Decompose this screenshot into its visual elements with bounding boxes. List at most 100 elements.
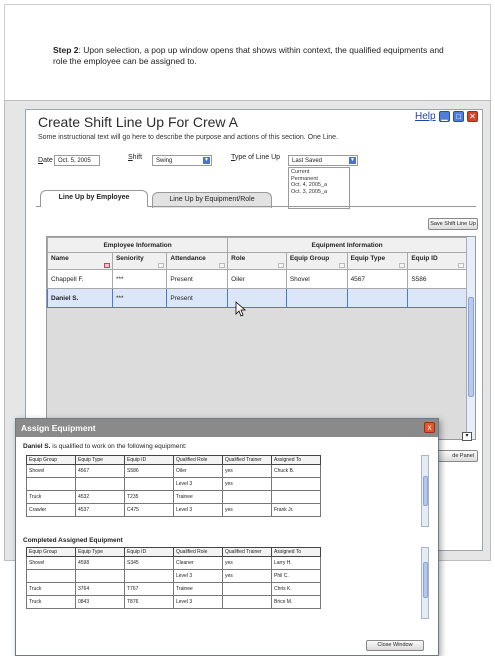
scrollbar-thumb[interactable] — [423, 562, 428, 598]
sort-icon[interactable] — [103, 263, 110, 268]
close-icon[interactable]: ✕ — [467, 111, 478, 122]
cell-name: Daniel S. — [47, 288, 113, 308]
column-header-equip-type[interactable]: Equip Type — [346, 252, 409, 270]
cell: Truck — [26, 490, 76, 504]
sort-icon[interactable] — [399, 263, 406, 268]
column-header: Qualified Trainer — [222, 455, 272, 465]
help-link[interactable]: Help — [415, 111, 436, 122]
cell-seniority: *** — [111, 269, 168, 289]
option-oct-3[interactable]: Oct. 3, 2005_a — [291, 189, 347, 196]
assign-equipment-dialog: Assign Equipment x Daniel S. is qualifie… — [15, 418, 439, 656]
maximize-icon[interactable]: □ — [453, 111, 464, 122]
sort-icon[interactable] — [158, 263, 165, 268]
type-of-lineup-label: Type of Line Up — [231, 154, 281, 161]
cell-equip-id: S586 — [407, 269, 467, 289]
panel-button[interactable]: de Panel — [436, 450, 478, 462]
type-of-lineup-options[interactable]: Current Permanent Oct. 4, 2005_a Oct. 3,… — [288, 167, 350, 209]
completed-table-scrollbar[interactable] — [421, 547, 429, 619]
shift-select[interactable]: Swing ▼ — [152, 155, 212, 166]
type-of-lineup-select[interactable]: Last Saved ▼ — [288, 155, 358, 166]
column-header-role[interactable]: Role — [227, 252, 287, 270]
column-header-equip-id[interactable]: Equip ID — [407, 252, 467, 270]
cell: 4532 — [75, 490, 125, 504]
cell: Level 3 — [173, 477, 223, 491]
cell: Brice M. — [271, 595, 321, 609]
qualified-equipment-table: Equip Group Equip Type Equip ID Qualifie… — [26, 455, 321, 517]
qualified-table-scrollbar[interactable] — [421, 455, 429, 527]
column-header-name[interactable]: Name — [47, 252, 113, 270]
shift-label: Shift — [128, 154, 143, 161]
dialog-title: Assign Equipment — [16, 419, 438, 437]
tab-line-up-by-employee[interactable]: Line Up by Employee — [40, 190, 148, 207]
cell — [271, 490, 321, 504]
cell: 4567 — [75, 464, 125, 478]
cell — [75, 569, 125, 583]
date-field[interactable]: Oct. 5, 2005 — [54, 155, 100, 166]
cell: Crawler — [26, 503, 76, 517]
cell: 4598 — [75, 556, 125, 570]
cell-name: Chappell F. — [47, 269, 113, 289]
mouse-cursor-icon — [235, 301, 247, 317]
cell — [26, 477, 76, 491]
scrollbar-thumb[interactable] — [423, 476, 428, 506]
column-header: Assigned To — [271, 547, 321, 557]
cell-equip-group — [285, 288, 348, 308]
cell-equip-id — [407, 288, 467, 308]
close-icon[interactable]: x — [424, 422, 435, 433]
sort-icon[interactable] — [219, 263, 226, 268]
cell — [222, 595, 272, 609]
save-shift-line-up-button[interactable]: Save Shift Line Up — [428, 218, 478, 230]
table-row[interactable]: Shovel 4598 S345 Cleaner yes Larry H. — [26, 556, 321, 570]
sort-icon[interactable] — [458, 263, 464, 268]
column-header-equip-group[interactable]: Equip Group — [285, 252, 348, 270]
instructions-text: Some instructional text will go here to … — [38, 134, 339, 141]
cell-role: Oiler — [227, 269, 287, 289]
grid-scrollbar-thumb[interactable] — [468, 297, 474, 397]
dialog-subtitle: Daniel S. is qualified to work on the fo… — [23, 443, 187, 450]
table-row[interactable]: Level 3 yes Phil C. — [26, 569, 321, 583]
step-caption: Step 2: Upon selection, a pop up window … — [53, 45, 453, 67]
scroll-down-icon[interactable]: ▾ — [462, 432, 472, 441]
minimize-icon[interactable]: ▁ — [439, 111, 450, 122]
cell-attendance: Present — [166, 288, 229, 308]
cell — [222, 490, 272, 504]
cell: yes — [222, 477, 272, 491]
table-row[interactable]: Truck 4532 T235 Trainee — [26, 490, 321, 504]
cell: Frank Jr. — [271, 503, 321, 517]
column-header-attendance[interactable]: Attendance — [166, 252, 229, 270]
table-row[interactable]: Level 3 yes — [26, 477, 321, 491]
cell: yes — [222, 569, 272, 583]
cell: yes — [222, 503, 272, 517]
table-row[interactable]: Chappell F. *** Present Oiler Shovel 456… — [47, 269, 467, 289]
cell-equip-type — [346, 288, 409, 308]
cell: C475 — [124, 503, 174, 517]
table-row[interactable]: Shovel 4567 S586 Oiler yes Chuck B. — [26, 464, 321, 478]
column-header: Equip Type — [75, 547, 125, 557]
cell: S345 — [124, 556, 174, 570]
cell: 4537 — [75, 503, 125, 517]
cell: Trainee — [173, 582, 223, 596]
cell: Shovel — [26, 464, 76, 478]
cell: Level 3 — [173, 595, 223, 609]
cell: S586 — [124, 464, 174, 478]
close-window-button[interactable]: Close Window — [366, 640, 424, 651]
cell-seniority: *** — [111, 288, 168, 308]
cell — [26, 569, 76, 583]
cell: Truck — [26, 582, 76, 596]
grid-scrollbar[interactable] — [466, 237, 475, 439]
sort-icon[interactable] — [277, 263, 284, 268]
table-row[interactable]: Truck 3764 T767 Trainee Chris K. — [26, 582, 321, 596]
cell: Trainee — [173, 490, 223, 504]
column-header-seniority[interactable]: Seniority — [111, 252, 168, 270]
table-row-selected[interactable]: Daniel S. *** Present — [47, 288, 467, 308]
table-row[interactable]: Truck 0843 T876 Level 3 Brice M. — [26, 595, 321, 609]
sort-icon[interactable] — [338, 263, 345, 268]
cell — [222, 582, 272, 596]
cell: Cleaner — [173, 556, 223, 570]
column-header: Equip Group — [26, 455, 76, 465]
cell-equip-group: Shovel — [285, 269, 348, 289]
cell: Chuck B. — [271, 464, 321, 478]
column-header: Assigned To — [271, 455, 321, 465]
table-row[interactable]: Crawler 4537 C475 Level 3 yes Frank Jr. — [26, 503, 321, 517]
cell: Truck — [26, 595, 76, 609]
